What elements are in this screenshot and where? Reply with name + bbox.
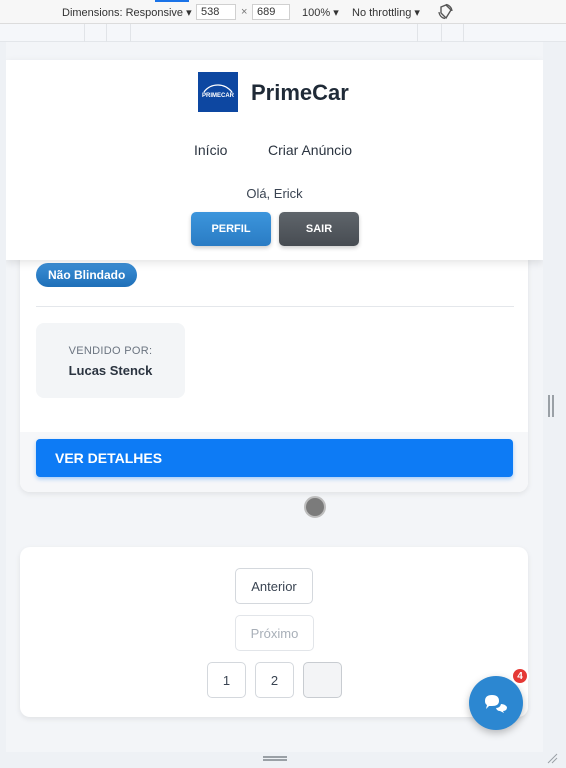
card-divider xyxy=(36,306,514,307)
resize-corner-icon[interactable] xyxy=(546,752,558,764)
chat-button[interactable] xyxy=(469,676,523,730)
nav-create-listing[interactable]: Criar Anúncio xyxy=(268,142,352,158)
seller-box: VENDIDO POR: Lucas Stenck xyxy=(36,323,185,398)
resize-handle-right[interactable] xyxy=(548,395,554,417)
device-viewport: Não Blindado VENDIDO POR: Lucas Stenck V… xyxy=(6,42,543,752)
chat-notification-badge: 4 xyxy=(511,667,529,685)
media-query-ruler xyxy=(0,24,566,42)
pagination-panel: Anterior Próximo 1 2 xyxy=(20,547,528,717)
next-page-button[interactable]: Próximo xyxy=(235,615,314,651)
width-input[interactable]: 538 xyxy=(196,4,236,20)
brand-logo[interactable]: PRIMECAR xyxy=(198,72,238,112)
devtools-toolbar: Dimensions: Responsive ▾ 538 × 689 100% … xyxy=(0,0,566,24)
height-input[interactable]: 689 xyxy=(252,4,290,20)
profile-button[interactable]: PERFIL xyxy=(191,212,271,246)
page-3-button[interactable] xyxy=(303,662,342,698)
seller-name: Lucas Stenck xyxy=(68,363,153,378)
user-greeting: Olá, Erick xyxy=(246,186,303,201)
dimensions-dropdown[interactable]: Dimensions: Responsive ▾ xyxy=(62,6,192,19)
throttling-dropdown[interactable]: No throttling ▾ xyxy=(352,6,420,19)
rotate-icon[interactable] xyxy=(437,3,454,20)
seller-label: VENDIDO POR: xyxy=(68,345,153,357)
brand-name[interactable]: PrimeCar xyxy=(251,80,349,106)
zoom-dropdown[interactable]: 100% ▾ xyxy=(302,6,339,19)
logo-text: PRIMECAR xyxy=(202,93,235,99)
car-logo-icon: PRIMECAR xyxy=(202,84,235,99)
active-tab-indicator xyxy=(155,0,189,2)
page-2-button[interactable]: 2 xyxy=(255,662,294,698)
times-symbol: × xyxy=(241,6,248,18)
site-header: PRIMECAR PrimeCar Início Criar Anúncio O… xyxy=(6,60,543,260)
resize-handle-bottom[interactable] xyxy=(263,756,287,761)
chat-bubbles-icon xyxy=(485,695,507,713)
armor-status-badge: Não Blindado xyxy=(36,263,138,287)
touch-cursor xyxy=(304,496,326,518)
logout-button[interactable]: SAIR xyxy=(279,212,359,246)
previous-page-button[interactable]: Anterior xyxy=(235,568,313,604)
nav-home[interactable]: Início xyxy=(194,142,227,158)
page-1-button[interactable]: 1 xyxy=(207,662,246,698)
view-details-button[interactable]: VER DETALHES xyxy=(36,439,513,477)
